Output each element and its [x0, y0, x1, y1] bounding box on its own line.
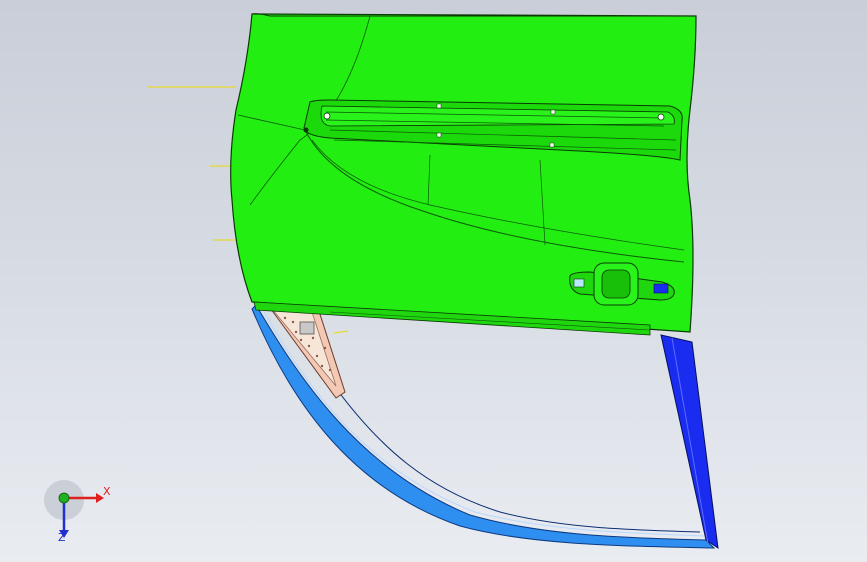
y-axis-dot: [58, 492, 70, 504]
window-frame-pillar[interactable]: [660, 334, 719, 550]
axis-triad: X Z: [44, 478, 124, 548]
cad-viewport[interactable]: [0, 0, 867, 562]
x-axis-label: X: [103, 485, 111, 498]
z-axis-label: Z: [58, 531, 66, 544]
triad-axes: [44, 480, 104, 538]
